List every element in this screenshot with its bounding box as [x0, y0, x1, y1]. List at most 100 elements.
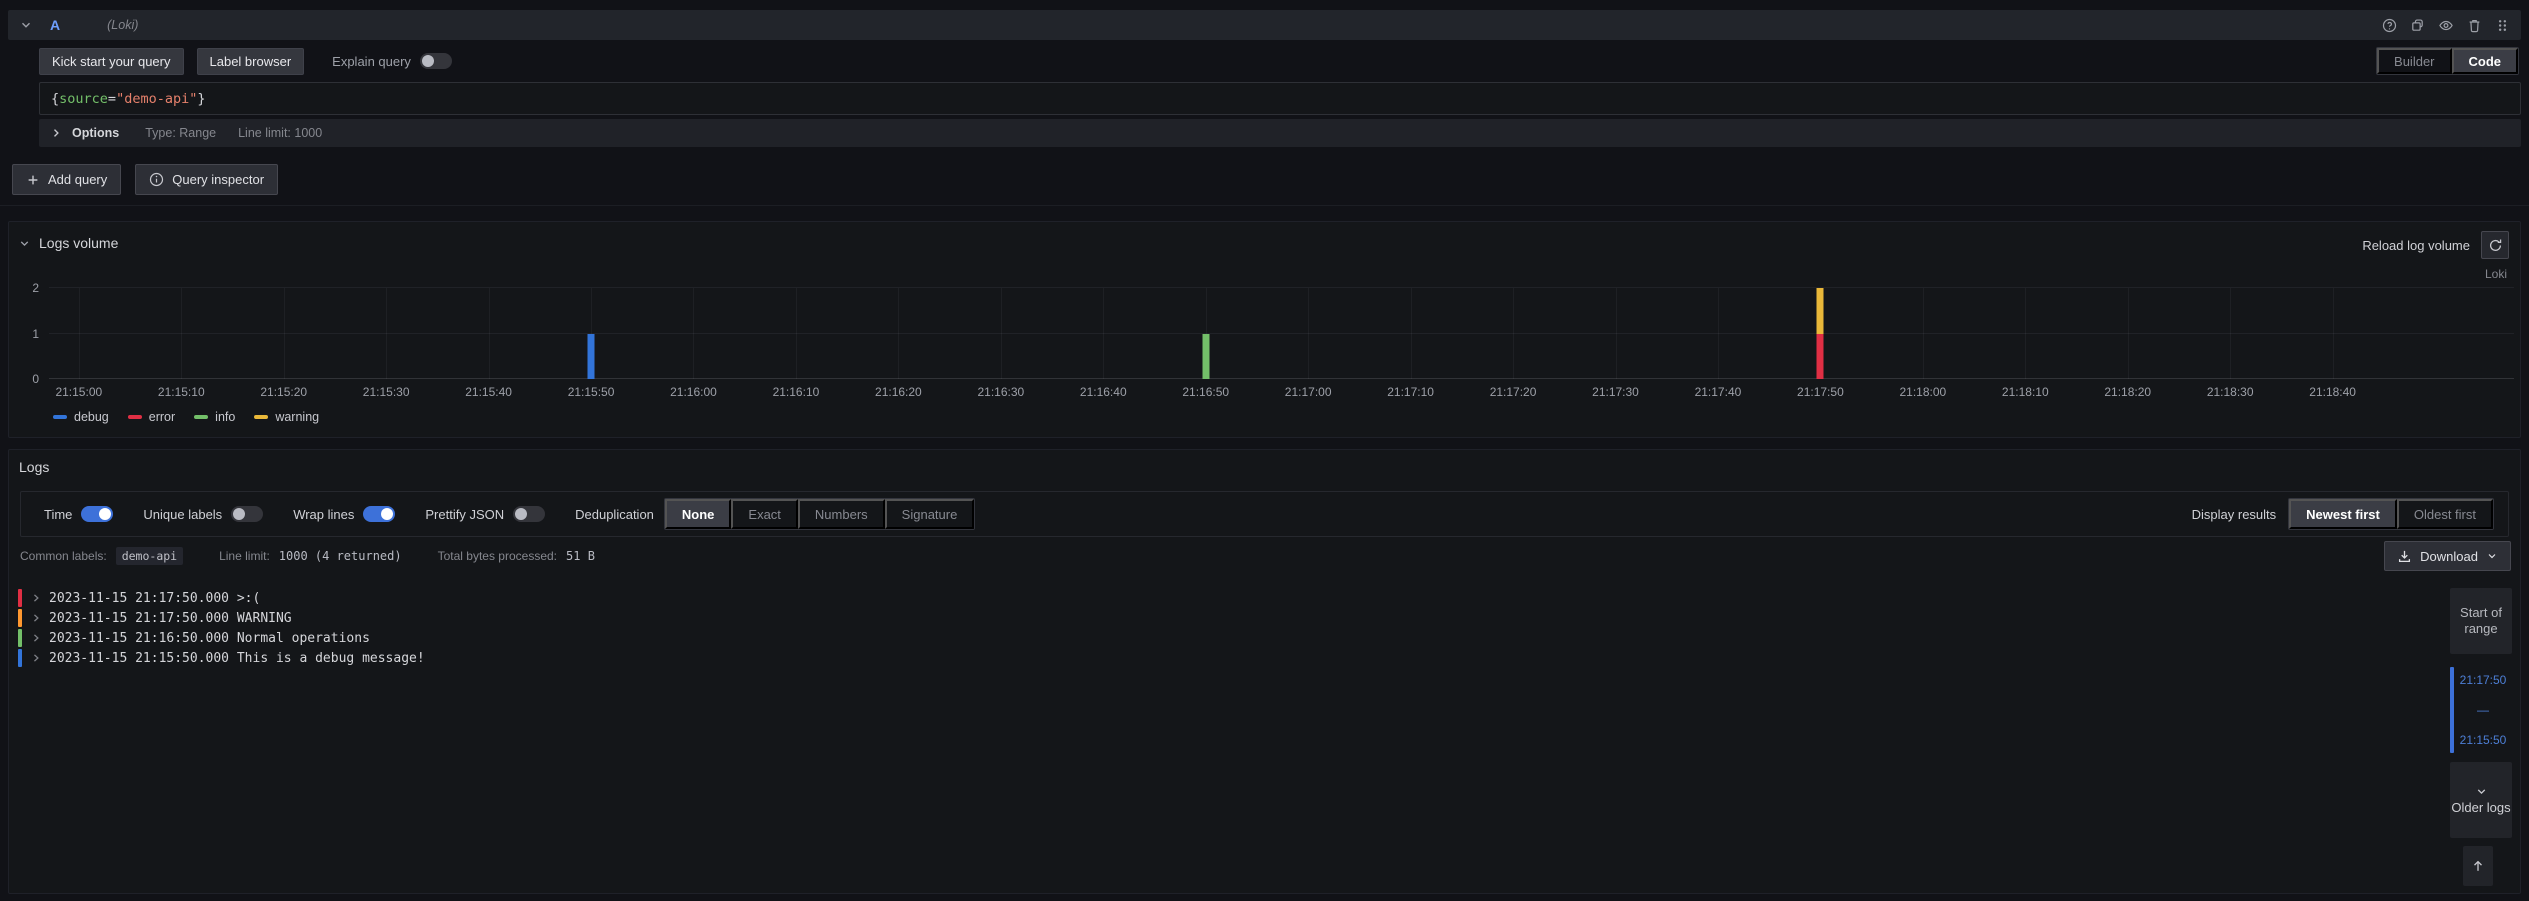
bar-error[interactable]	[1817, 334, 1824, 380]
deduplication-label: Deduplication	[575, 507, 654, 522]
legend-item-error[interactable]: error	[128, 410, 175, 424]
legend-label: warning	[275, 410, 319, 424]
dedup-option-signature[interactable]: Signature	[885, 499, 975, 529]
legend-item-debug[interactable]: debug	[53, 410, 109, 424]
editor-mode-builder[interactable]: Builder	[2377, 48, 2451, 74]
download-icon	[2397, 549, 2412, 564]
reload-log-volume-button[interactable]	[2481, 231, 2509, 259]
eye-icon[interactable]	[2438, 18, 2454, 33]
logs-volume-plot	[49, 288, 2514, 379]
chevron-down-icon[interactable]	[18, 237, 31, 250]
drag-handle-icon[interactable]	[2495, 18, 2510, 33]
explore-actions: Add query Query inspector	[12, 164, 278, 195]
x-axis-tick: 21:17:40	[1695, 385, 1742, 399]
gridline	[1411, 288, 1412, 379]
legend-item-warning[interactable]: warning	[254, 410, 319, 424]
x-axis-tick: 21:16:30	[977, 385, 1024, 399]
legend-swatch	[128, 415, 142, 419]
plus-icon	[26, 173, 40, 187]
explain-query-label: Explain query	[332, 54, 411, 69]
bar-debug[interactable]	[588, 334, 595, 380]
expand-log-row-icon[interactable]	[31, 613, 41, 623]
options-line-limit: Line limit: 1000	[238, 126, 322, 140]
y-axis-tick: 1	[32, 327, 39, 341]
unique-labels-toggle[interactable]	[231, 506, 263, 522]
log-level-warning-bar	[18, 609, 22, 627]
legend-swatch	[254, 415, 268, 419]
wrap-lines-toggle[interactable]	[363, 506, 395, 522]
expand-log-row-icon[interactable]	[31, 633, 41, 643]
query-editor-panel: A (Loki)	[8, 10, 2521, 147]
gridline	[2230, 288, 2231, 379]
display-results-control: Display results Newest first Oldest firs…	[2192, 498, 2494, 530]
gridline	[1923, 288, 1924, 379]
gridline	[1001, 288, 1002, 379]
wrap-lines-control: Wrap lines	[293, 506, 395, 522]
log-row[interactable]: 2023-11-15 21:17:50.000 WARNING	[18, 608, 2440, 628]
query-code-editor[interactable]: {source="demo-api"}	[39, 82, 2521, 115]
add-query-button[interactable]: Add query	[12, 164, 121, 195]
prettify-json-toggle[interactable]	[513, 506, 545, 522]
explain-query-toggle[interactable]	[420, 53, 452, 69]
older-logs-button[interactable]: Older logs	[2450, 762, 2512, 838]
copy-icon[interactable]	[2410, 18, 2425, 33]
log-row[interactable]: 2023-11-15 21:17:50.000 >:(	[18, 588, 2440, 608]
x-axis-tick: 21:15:40	[465, 385, 512, 399]
range-to: 21:15:50	[2460, 733, 2507, 747]
display-oldest-first[interactable]: Oldest first	[2397, 499, 2493, 529]
gridline	[386, 288, 387, 379]
bar-warning[interactable]	[1817, 288, 1824, 334]
log-level-error-bar	[18, 589, 22, 607]
x-axis-tick: 21:18:00	[1899, 385, 1946, 399]
label-browser-button[interactable]: Label browser	[197, 48, 305, 75]
logs-volume-header[interactable]: Logs volume	[18, 235, 118, 251]
chevron-right-icon[interactable]	[50, 127, 62, 139]
kick-start-query-button[interactable]: Kick start your query	[39, 48, 184, 75]
gridline	[1513, 288, 1514, 379]
legend-item-info[interactable]: info	[194, 410, 235, 424]
bar-info[interactable]	[1202, 334, 1209, 380]
line-limit-label: Line limit:	[219, 549, 270, 563]
logs-volume-title: Logs volume	[39, 235, 118, 251]
editor-mode-code[interactable]: Code	[2452, 48, 2519, 74]
total-bytes-label: Total bytes processed:	[438, 549, 557, 563]
log-row[interactable]: 2023-11-15 21:15:50.000 This is a debug …	[18, 648, 2440, 668]
chevron-down-icon[interactable]	[19, 18, 33, 32]
log-level-info-bar	[18, 629, 22, 647]
start-of-range-button[interactable]: Start of range	[2450, 588, 2512, 654]
scroll-to-top-button[interactable]	[2463, 846, 2493, 886]
chevron-down-icon	[2475, 785, 2488, 798]
dedup-option-none[interactable]: None	[665, 499, 732, 529]
download-button[interactable]: Download	[2384, 541, 2511, 571]
display-newest-first[interactable]: Newest first	[2289, 499, 2397, 529]
prettify-json-label: Prettify JSON	[425, 507, 504, 522]
logs-volume-panel: Logs volume Reload log volume Loki 012 2…	[8, 221, 2521, 438]
gridline	[796, 288, 797, 379]
explore-page: A (Loki)	[0, 0, 2529, 901]
expand-log-row-icon[interactable]	[31, 653, 41, 663]
query-row-header[interactable]: A (Loki)	[8, 10, 2521, 40]
expand-log-row-icon[interactable]	[31, 593, 41, 603]
query-inspector-button[interactable]: Query inspector	[135, 164, 278, 195]
total-bytes-value: 51 B	[566, 549, 595, 563]
range-from: 21:17:50	[2460, 673, 2507, 687]
dedup-option-exact[interactable]: Exact	[731, 499, 798, 529]
query-options-row[interactable]: Options Type: Range Line limit: 1000	[39, 119, 2521, 147]
time-toggle[interactable]	[81, 506, 113, 522]
logs-volume-legend: debug error info warning	[53, 410, 319, 424]
download-label: Download	[2420, 549, 2478, 564]
x-axis-tick: 21:18:10	[2002, 385, 2049, 399]
deduplication-group: None Exact Numbers Signature	[664, 498, 975, 530]
gridline	[2025, 288, 2026, 379]
help-icon[interactable]	[2382, 18, 2397, 33]
x-axis-tick: 21:17:20	[1490, 385, 1537, 399]
display-results-group: Newest first Oldest first	[2288, 498, 2494, 530]
range-indicator[interactable]: 21:17:50 — 21:15:50	[2450, 667, 2512, 753]
dedup-option-numbers[interactable]: Numbers	[798, 499, 885, 529]
log-row[interactable]: 2023-11-15 21:16:50.000 Normal operation…	[18, 628, 2440, 648]
query-toolbar: Kick start your query Label browser Expl…	[39, 47, 2521, 75]
trash-icon[interactable]	[2467, 18, 2482, 33]
gridline	[49, 378, 2514, 379]
x-axis-tick: 21:17:30	[1592, 385, 1639, 399]
chevron-down-icon	[2486, 550, 2498, 562]
